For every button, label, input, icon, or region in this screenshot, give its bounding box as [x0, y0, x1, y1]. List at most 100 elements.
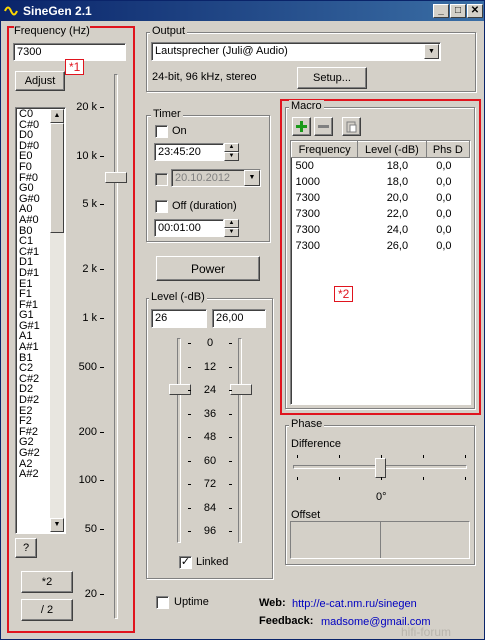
level-scale-label: 72: [203, 478, 217, 490]
level-right-slider-thumb[interactable]: [230, 384, 252, 395]
level-left-input[interactable]: 26: [151, 309, 207, 328]
phase-difference-slider-thumb[interactable]: [375, 458, 386, 478]
frequency-slider-thumb[interactable]: [105, 172, 127, 183]
output-format: 24-bit, 96 kHz, stereo: [152, 71, 257, 83]
output-device-select[interactable]: Lautsprecher (Juli@ Audio) ▼: [151, 42, 441, 61]
macro-cell-frequency: 1000: [295, 175, 320, 188]
timer-on-label: On: [172, 125, 187, 137]
note-list-scroll-thumb[interactable]: [50, 123, 64, 233]
frequency-scale-tick: [100, 269, 104, 270]
macro-cell-level: 24,0: [386, 223, 409, 236]
level-scale-tick: [188, 460, 191, 462]
level-right-input[interactable]: 26,00: [212, 309, 266, 328]
spin-up-icon[interactable]: ▲: [224, 143, 239, 152]
macro-cell-phase: 0,0: [436, 207, 452, 220]
phase-tick: [465, 455, 466, 458]
level-scale-tick: [188, 390, 191, 391]
frequency-scale-label: 50: [84, 523, 97, 535]
multiply-two-button[interactable]: *2: [21, 571, 73, 593]
macro-cell-frequency: 7300: [295, 191, 320, 204]
macro-row[interactable]: 500 18,0 0,0: [292, 158, 470, 174]
macro-cell-phase: 0,0: [436, 223, 452, 236]
scroll-down-arrow-icon[interactable]: ▼: [50, 518, 64, 532]
timer-off-checkbox[interactable]: [155, 200, 168, 213]
timer-on-checkbox[interactable]: [155, 125, 168, 138]
phase-label: Phase: [289, 418, 325, 430]
phase-offset-divider: [380, 522, 381, 558]
help-button[interactable]: ?: [15, 538, 37, 558]
maximize-button[interactable]: □: [450, 4, 466, 18]
sine-wave-icon: [4, 6, 18, 16]
setup-button[interactable]: Setup...: [297, 67, 367, 89]
annotation-tag-1: *1: [65, 59, 85, 75]
adjust-button[interactable]: Adjust: [15, 71, 65, 91]
timer-off-label: Off (duration): [172, 200, 237, 212]
uptime-label: Uptime: [174, 596, 209, 608]
macro-col-frequency[interactable]: Frequency: [291, 141, 359, 158]
frequency-scale-label: 20: [84, 588, 97, 600]
note-list[interactable]: C0 C#0 D0 D#0 E0 F0 F#0 G0 G#0 A0 A#0 B0 C1 C#1 D1 D#1 E…: [15, 107, 66, 534]
timer-on-time-input[interactable]: 23:45:20: [154, 143, 224, 161]
phase-difference-value: 0°: [376, 491, 387, 503]
power-button[interactable]: Power: [156, 256, 260, 281]
level-scale-tick: [229, 460, 232, 462]
macro-row[interactable]: 7300 22,0 0,0: [292, 206, 470, 222]
macro-cell-level: 20,0: [386, 191, 409, 204]
remove-macro-button[interactable]: [314, 117, 333, 136]
frequency-scale-label: 100: [78, 474, 97, 486]
window-title: SineGen 2.1: [23, 4, 92, 18]
linked-label: Linked: [196, 556, 229, 568]
titlebar: SineGen 2.1 _ □ ✕: [1, 1, 484, 21]
timer-label: Timer: [151, 108, 183, 120]
macro-row[interactable]: 7300 20,0 0,0: [292, 190, 470, 206]
macro-cell-level: 18,0: [386, 175, 409, 188]
macro-row[interactable]: 7300 24,0 0,0: [292, 222, 470, 238]
level-scale-label: 36: [203, 407, 217, 420]
frequency-scale-tick: [100, 529, 104, 530]
macro-row[interactable]: 1000 18,0 0,0: [292, 174, 470, 190]
divide-two-button[interactable]: / 2: [21, 599, 73, 621]
phase-tick: [381, 455, 382, 458]
timer-off-duration-input[interactable]: 00:01:00: [154, 219, 224, 237]
frequency-slider-track[interactable]: [114, 74, 118, 619]
frequency-scale-label: 500: [78, 361, 97, 373]
macro-col-level[interactable]: Level (-dB): [357, 141, 427, 158]
spin-down-icon[interactable]: ▼: [224, 228, 239, 237]
level-label: Level (-dB): [149, 291, 207, 303]
frequency-scale-tick: [100, 318, 104, 319]
timer-on-time-spinner[interactable]: ▲ ▼: [224, 143, 239, 161]
close-button[interactable]: ✕: [467, 4, 483, 18]
level-right-slider-track[interactable]: [238, 338, 242, 543]
macro-col-phase[interactable]: Phs D: [425, 141, 470, 158]
uptime-checkbox[interactable]: [156, 596, 169, 609]
macro-row[interactable]: 7300 26,0 0,0: [292, 238, 470, 254]
phase-offset-panel[interactable]: [290, 521, 470, 559]
scroll-up-arrow-icon[interactable]: ▲: [50, 109, 64, 123]
date-dropdown-icon[interactable]: ▼: [244, 170, 260, 186]
frequency-scale-tick: [100, 204, 104, 205]
level-scale-tick: [188, 437, 191, 438]
spin-down-icon[interactable]: ▼: [224, 152, 239, 161]
level-scale-tick: [188, 507, 191, 509]
level-scale-tick: [229, 390, 232, 391]
linked-checkbox[interactable]: ✓: [179, 556, 192, 569]
minimize-button[interactable]: _: [433, 4, 449, 18]
timer-date-checkbox[interactable]: [155, 173, 168, 186]
web-link[interactable]: http://e-cat.nm.ru/sinegen: [292, 598, 417, 610]
phase-offset-label: Offset: [291, 509, 321, 521]
frequency-scale-label: 2 k: [82, 263, 97, 275]
macro-table[interactable]: Frequency Level (-dB) Phs D 500 18,0 0,0 10…: [290, 140, 471, 405]
add-macro-button[interactable]: [292, 117, 311, 136]
spin-up-icon[interactable]: ▲: [224, 219, 239, 228]
timer-off-duration-spinner[interactable]: ▲ ▼: [224, 219, 239, 237]
annotation-tag-2: *2: [334, 286, 354, 302]
chevron-down-icon[interactable]: ▼: [424, 44, 439, 59]
phase-tick: [465, 477, 466, 480]
plus-icon: [296, 121, 307, 132]
level-scale-label: 60: [203, 454, 217, 467]
note-list-scrollbar[interactable]: ▲ ▼: [50, 109, 64, 532]
level-scale-tick: [229, 437, 232, 438]
frequency-scale-label: 200: [78, 426, 97, 438]
level-left-slider-track[interactable]: [177, 338, 181, 543]
copy-macro-button[interactable]: [342, 117, 361, 136]
